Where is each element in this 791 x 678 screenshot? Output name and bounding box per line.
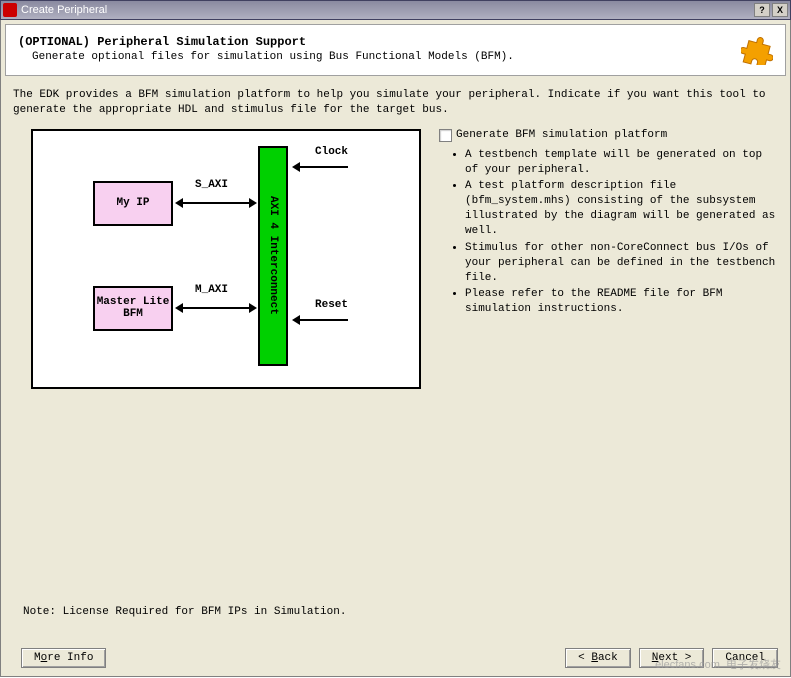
m-axi-label: M_AXI bbox=[195, 284, 228, 296]
clock-label: Clock bbox=[315, 146, 348, 158]
axi-interconnect-block: AXI 4 Interconnect bbox=[258, 146, 288, 366]
wizard-footer: More Info < Back Next > Cancel bbox=[13, 648, 778, 668]
next-button[interactable]: Next > bbox=[639, 648, 705, 668]
reset-label: Reset bbox=[315, 299, 348, 311]
content-area: The EDK provides a BFM simulation platfo… bbox=[5, 76, 786, 676]
cancel-button[interactable]: Cancel bbox=[712, 648, 778, 668]
more-info-button[interactable]: More Info bbox=[21, 648, 106, 668]
bullet-item: A test platform description file (bfm_sy… bbox=[465, 179, 778, 238]
header-title: (OPTIONAL) Peripheral Simulation Support bbox=[18, 35, 733, 49]
checkbox-icon[interactable] bbox=[439, 129, 452, 142]
generate-bfm-checkbox[interactable]: Generate BFM simulation platform bbox=[439, 129, 778, 142]
window-title: Create Peripheral bbox=[21, 4, 107, 16]
interconnect-label: AXI 4 Interconnect bbox=[267, 196, 279, 315]
bullet-item: Please refer to the README file for BFM … bbox=[465, 287, 778, 317]
bullet-list: A testbench template will be generated o… bbox=[439, 148, 778, 317]
title-bar: Create Peripheral ? X bbox=[0, 0, 791, 20]
intro-text: The EDK provides a BFM simulation platfo… bbox=[13, 88, 778, 119]
puzzle-icon bbox=[741, 33, 773, 65]
my-ip-block: My IP bbox=[93, 181, 173, 226]
bullet-item: A testbench template will be generated o… bbox=[465, 148, 778, 178]
checkbox-label: Generate BFM simulation platform bbox=[456, 129, 667, 141]
close-button[interactable]: X bbox=[772, 3, 788, 17]
license-note: Note: License Required for BFM IPs in Si… bbox=[23, 606, 346, 618]
window-body: (OPTIONAL) Peripheral Simulation Support… bbox=[0, 20, 791, 677]
s-axi-label: S_AXI bbox=[195, 179, 228, 191]
app-icon bbox=[3, 3, 17, 17]
header-subtitle: Generate optional files for simulation u… bbox=[18, 51, 733, 63]
page-header: (OPTIONAL) Peripheral Simulation Support… bbox=[5, 24, 786, 76]
back-button[interactable]: < Back bbox=[565, 648, 631, 668]
help-button[interactable]: ? bbox=[754, 3, 770, 17]
bullet-item: Stimulus for other non-CoreConnect bus I… bbox=[465, 241, 778, 286]
bfm-diagram: My IP Master Lite BFM AXI 4 Interconnect… bbox=[31, 129, 421, 389]
master-bfm-block: Master Lite BFM bbox=[93, 286, 173, 331]
